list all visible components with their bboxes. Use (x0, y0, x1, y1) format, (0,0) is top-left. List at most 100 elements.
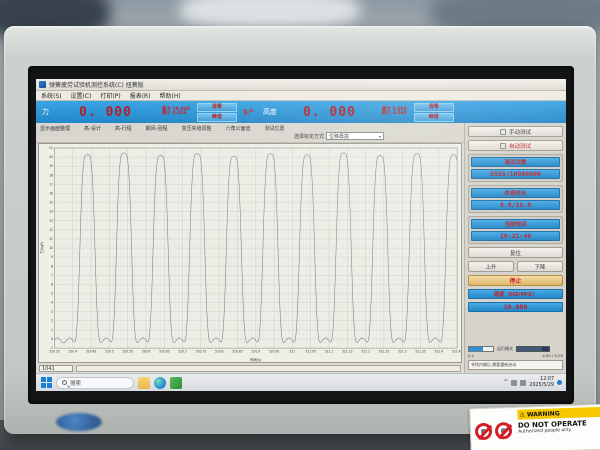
height-zero-button[interactable]: 清零 (414, 103, 454, 112)
screen-frame: 弹簧疲劳试验机测控系统(C) 扭簧版 系统(S) 设置(C) 打印(P) 报表(… (28, 66, 574, 404)
notification-icon[interactable] (557, 380, 562, 385)
svg-text:20: 20 (49, 155, 53, 159)
svg-text:18: 18 (49, 173, 53, 177)
calibration-select[interactable]: 位移靠拢 ▾ (326, 132, 384, 140)
taskbar-search[interactable]: 搜索 (56, 377, 134, 389)
warning-triangle-icon: ⚠ (519, 411, 525, 418)
svg-text:520.85: 520.85 (232, 349, 243, 353)
svg-text:19: 19 (49, 164, 53, 168)
svg-text:7: 7 (51, 273, 53, 277)
app-shortcut-icon[interactable] (170, 377, 182, 389)
warning-sticker: ⚠ WARNING DO NOT OPERATE Authorized peop… (469, 404, 600, 450)
auto-test-label: 自动测试 (509, 142, 531, 150)
test-count-header[interactable]: 测试次数 (471, 157, 560, 167)
field-label-2: 高-行程 (115, 125, 132, 132)
field-label-0: 显示画面整理 (40, 125, 70, 132)
svg-text:8: 8 (51, 264, 53, 268)
volume-icon[interactable] (520, 380, 526, 386)
svg-text:9: 9 (51, 255, 53, 259)
photo-scene: 弹簧疲劳试验机测控系统(C) 扭簧版 系统(S) 设置(C) 打印(P) 报表(… (0, 0, 600, 450)
svg-text:520.95: 520.95 (269, 349, 280, 353)
svg-text:520.7: 520.7 (178, 349, 187, 353)
monitor: 弹簧疲劳试验机测控系统(C) 扭簧版 系统(S) 设置(C) 打印(P) 报表(… (4, 26, 596, 434)
legend-note: 寻找内缝后,需要重新启动 (468, 360, 563, 370)
calibration-value: 位移靠拢 (329, 133, 349, 140)
auto-test-button[interactable]: 自动测试 (468, 140, 563, 151)
app-icon (39, 81, 46, 88)
svg-text:3: 3 (51, 310, 53, 314)
taskbar-clock[interactable]: 12:07 2025/5/29 (529, 377, 554, 388)
start-button[interactable] (40, 377, 52, 389)
main-row: 显示画面整理 高-设计 高-行程 期间-回程 变压夹缝调整 六角公面值 测试位置… (36, 123, 566, 373)
browser-icon[interactable] (154, 377, 166, 389)
svg-text:10: 10 (49, 246, 53, 250)
network-icon[interactable] (511, 380, 517, 386)
speed-button[interactable]: 速度（HZ/M/S） (468, 289, 563, 299)
brand-logo-sticker (56, 413, 102, 431)
svg-text:21: 21 (49, 146, 53, 150)
menu-report[interactable]: 报表(R) (130, 91, 151, 100)
legend-left-tick: 0.1 (468, 353, 474, 358)
menu-system[interactable]: 系统(S) (41, 91, 62, 100)
force-peak-button[interactable]: 峰值 (197, 113, 237, 122)
menu-settings[interactable]: 设置(C) (71, 91, 92, 100)
up-button[interactable]: 上升 (468, 261, 514, 272)
prohibition-icons (470, 408, 516, 450)
height-buttons: 清零 峰值 (414, 103, 454, 122)
status-progress-track (76, 365, 461, 372)
down-button[interactable]: 下降 (517, 261, 563, 272)
pointer-icon (500, 129, 506, 135)
svg-text:521: 521 (290, 349, 296, 353)
control-sidebar: 手动测试 自动测试 测试次数 5555/10000000 休息时长 9. (464, 123, 566, 373)
svg-text:-1: -1 (50, 346, 53, 350)
svg-text:520.9: 520.9 (252, 349, 261, 353)
reset-button[interactable]: 复位 (468, 247, 563, 258)
svg-text:520.65: 520.65 (159, 349, 170, 353)
rest-time-value: 9.9/10.0 (471, 200, 560, 210)
search-placeholder: 搜索 (70, 379, 81, 387)
force-minmax: 最大 19.948 最小 0.026 (162, 108, 190, 117)
force-min-value: 0.026 (173, 111, 187, 116)
speed-value: 10.000 (468, 302, 563, 312)
svg-text:力(kgf): 力(kgf) (39, 241, 44, 254)
parameter-row: 显示画面整理 高-设计 高-行程 期间-回程 变压夹缝调整 六角公面值 测试位置… (36, 123, 464, 143)
current-time-header[interactable]: 当前时间 (471, 219, 560, 229)
rest-time-group: 休息时长 9.9/10.0 (468, 185, 563, 213)
gear-icon (500, 143, 506, 149)
height-min-label: 最小 (382, 111, 391, 116)
chevron-down-icon: ▾ (379, 134, 381, 139)
system-tray: ^ 12:07 2025/5/29 (503, 377, 562, 388)
svg-text:15: 15 (49, 201, 53, 205)
manual-test-button[interactable]: 手动测试 (468, 126, 563, 137)
calibration-label: 选择标定方式 (294, 133, 324, 140)
menu-print[interactable]: 打印(P) (100, 91, 120, 100)
mode-progress-bar (468, 346, 494, 352)
force-zero-button[interactable]: 清零 (197, 103, 237, 112)
search-icon (62, 380, 67, 385)
range-progress-bar (516, 346, 550, 352)
force-min-label: 最小 (162, 111, 171, 116)
height-min-value: 4.864 (392, 111, 406, 116)
field-label-3: 期间-回程 (146, 125, 168, 132)
menu-help[interactable]: 帮助(H) (160, 91, 181, 100)
warning-header: WARNING (527, 410, 560, 418)
height-peak-button[interactable]: 峰值 (414, 113, 454, 122)
field-label-1: 高-设计 (84, 125, 101, 132)
svg-text:2: 2 (51, 319, 53, 323)
svg-text:521.35: 521.35 (415, 349, 426, 353)
svg-text:520.45: 520.45 (86, 349, 97, 353)
svg-text:16: 16 (49, 192, 53, 196)
height-label: 高度 (263, 107, 277, 117)
rest-time-header[interactable]: 休息时长 (471, 188, 560, 198)
field-label-6: 测试位置 (264, 125, 284, 132)
test-count-group: 测试次数 5555/10000000 (468, 154, 563, 182)
force-label: 力 (42, 107, 49, 117)
stop-button[interactable]: 停止 (468, 275, 563, 286)
svg-text:521.2: 521.2 (361, 349, 370, 353)
file-explorer-icon[interactable] (138, 377, 150, 389)
tray-expand-icon[interactable]: ^ (503, 379, 508, 386)
svg-text:521.3: 521.3 (398, 349, 407, 353)
height-minmax: 最大 5.064 最小 4.864 (382, 108, 407, 117)
svg-text:521.05: 521.05 (305, 349, 316, 353)
window-titlebar: 弹簧疲劳试验机测控系统(C) 扭簧版 (36, 79, 566, 91)
